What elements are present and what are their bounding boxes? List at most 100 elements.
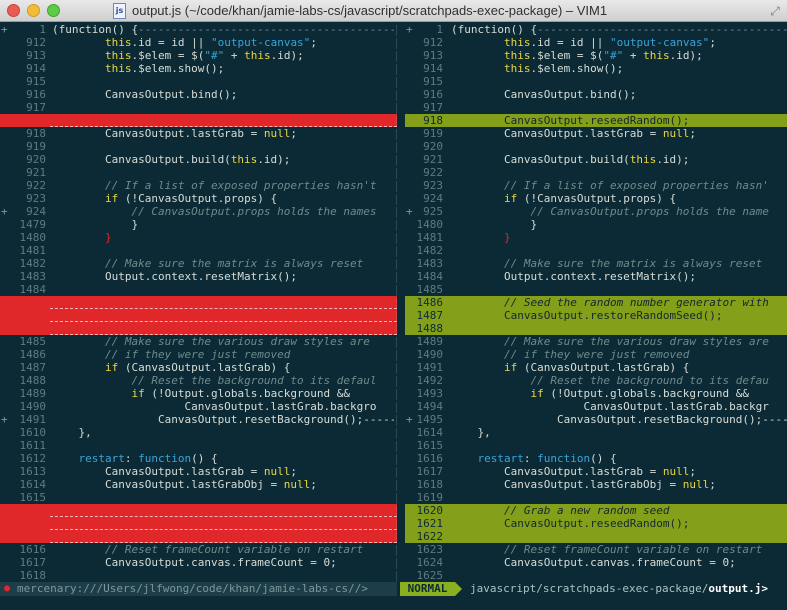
code-text[interactable]: CanvasOutput.resetBackground();---------… (52, 413, 394, 426)
code-text[interactable]: CanvasOutput.build(this.id); (52, 153, 394, 166)
diff-filler-line[interactable]: | (0, 114, 397, 127)
code-line[interactable]: 923 if (!CanvasOutput.props) {| (0, 192, 397, 205)
code-line[interactable]: 1624 CanvasOutput.canvas.frameCount = 0; (405, 556, 787, 569)
code-text[interactable]: if (!Output.globals.background && (52, 387, 394, 400)
code-text[interactable]: // if they were just removed (451, 348, 787, 361)
diff-filler-line[interactable]: | (0, 517, 397, 530)
code-text[interactable]: CanvasOutput.bind(); (451, 88, 787, 101)
code-text[interactable]: this.id = id || "output-canvas"; (52, 36, 394, 49)
code-text[interactable]: // Make sure the various draw styles are (451, 335, 787, 348)
code-text[interactable]: CanvasOutput.restoreRandomSeed(); (451, 309, 787, 322)
code-line[interactable]: 1619 (405, 491, 787, 504)
diff-pane-right[interactable]: +1 (function() {-------------------------… (405, 23, 787, 582)
code-line[interactable]: 917| (0, 101, 397, 114)
code-text[interactable]: if (!Output.globals.background && (451, 387, 787, 400)
code-line[interactable]: 914 this.$elem.show();| (0, 62, 397, 75)
code-text[interactable]: CanvasOutput.lastGrab.backgro (52, 400, 394, 413)
diff-added-line[interactable]: 1486 // Seed the random number generator… (405, 296, 787, 309)
code-text[interactable]: CanvasOutput.canvas.frameCount = 0; (52, 556, 394, 569)
code-text[interactable]: // CanvasOutput.props holds the names (52, 205, 394, 218)
close-traffic-light-icon[interactable] (7, 4, 20, 17)
code-line[interactable]: 1615| (0, 491, 398, 504)
code-line[interactable]: 1485 // Make sure the various draw style… (0, 335, 398, 348)
code-line[interactable]: +1491 CanvasOutput.resetBackground();---… (0, 413, 397, 426)
code-line[interactable]: 1481| (0, 244, 398, 257)
code-line[interactable]: 1480 }| (0, 231, 398, 244)
code-line[interactable]: 924 if (!CanvasOutput.props) { (405, 192, 787, 205)
code-text[interactable]: // Make sure the matrix is always reset (451, 257, 787, 270)
code-line[interactable]: 1480 } (405, 218, 787, 231)
code-line[interactable]: 916 CanvasOutput.bind();| (0, 88, 397, 101)
code-text[interactable]: CanvasOutput.bind(); (52, 88, 394, 101)
code-line[interactable]: 1485 (405, 283, 787, 296)
code-text[interactable]: // Reset the background to its defau (451, 374, 787, 387)
code-line[interactable]: 1490 // if they were just removed (405, 348, 787, 361)
code-line[interactable]: 1479 }| (0, 218, 398, 231)
code-text[interactable]: this.$elem.show(); (451, 62, 787, 75)
code-line[interactable]: 921 CanvasOutput.build(this.id); (405, 153, 787, 166)
code-text[interactable]: // Reset frameCount variable on restart (451, 543, 787, 556)
code-text[interactable]: Output.context.resetMatrix(); (52, 270, 394, 283)
code-text[interactable]: CanvasOutput.lastGrab = null; (52, 127, 394, 140)
code-line[interactable]: 918 CanvasOutput.lastGrab = null;| (0, 127, 397, 140)
code-line[interactable]: 1481 } (405, 231, 787, 244)
diff-added-line[interactable]: 918 CanvasOutput.reseedRandom(); (405, 114, 787, 127)
code-line[interactable]: 916 CanvasOutput.bind(); (405, 88, 787, 101)
code-line[interactable]: +1 (function() {-------------------------… (405, 23, 787, 36)
code-line[interactable]: 1617 CanvasOutput.lastGrab = null; (405, 465, 787, 478)
diff-filler-line[interactable]: | (0, 322, 397, 335)
code-text[interactable]: // if they were just removed (52, 348, 394, 361)
code-text[interactable]: // Make sure the various draw styles are (52, 335, 394, 348)
code-line[interactable]: 1489 if (!Output.globals.background &&| (0, 387, 398, 400)
code-text[interactable]: }, (451, 426, 787, 439)
code-text[interactable]: CanvasOutput.lastGrab = null; (451, 465, 787, 478)
diff-added-line[interactable]: 1620 // Grab a new random seed (405, 504, 787, 517)
code-text[interactable]: if (!CanvasOutput.props) { (52, 192, 394, 205)
code-text[interactable]: (function() {---------------------------… (52, 23, 394, 36)
code-line[interactable]: 917 (405, 101, 787, 114)
code-text[interactable]: }, (52, 426, 394, 439)
diff-added-line[interactable]: 1621 CanvasOutput.reseedRandom(); (405, 517, 787, 530)
code-line[interactable]: 921| (0, 166, 397, 179)
code-line[interactable]: 1613 CanvasOutput.lastGrab = null;| (0, 465, 398, 478)
diff-added-line[interactable]: 1622 (405, 530, 787, 543)
code-line[interactable]: 920 CanvasOutput.build(this.id);| (0, 153, 397, 166)
code-text[interactable]: // Reset the background to its defaul (52, 374, 394, 387)
code-line[interactable]: 912 this.id = id || "output-canvas"; (405, 36, 787, 49)
diff-added-line[interactable]: 1487 CanvasOutput.restoreRandomSeed(); (405, 309, 787, 322)
code-text[interactable]: CanvasOutput.canvas.frameCount = 0; (451, 556, 787, 569)
code-text[interactable]: this.$elem.show(); (52, 62, 394, 75)
code-line[interactable]: 1484| (0, 283, 398, 296)
code-text[interactable]: (function() {---------------------------… (451, 23, 787, 36)
code-line[interactable]: 914 this.$elem.show(); (405, 62, 787, 75)
code-line[interactable]: 1610 },| (0, 426, 398, 439)
code-text[interactable]: // If a list of exposed properties hasn' (451, 179, 787, 192)
code-line[interactable]: 1616 restart: function() { (405, 452, 787, 465)
code-line[interactable]: 1482 // Make sure the matrix is always r… (0, 257, 398, 270)
code-text[interactable]: CanvasOutput.reseedRandom(); (451, 517, 787, 530)
diff-pane-left[interactable]: +1 (function() {-------------------------… (0, 23, 397, 582)
code-line[interactable]: +925 // CanvasOutput.props holds the nam… (405, 205, 787, 218)
code-text[interactable]: CanvasOutput.resetBackground();---------… (451, 413, 787, 426)
code-line[interactable]: 1615 (405, 439, 787, 452)
code-text[interactable]: // If a list of exposed properties hasn'… (52, 179, 394, 192)
code-text[interactable]: if (!CanvasOutput.props) { (451, 192, 787, 205)
diff-filler-line[interactable]: | (0, 296, 397, 309)
code-line[interactable]: +1 (function() {-------------------------… (0, 23, 397, 36)
code-line[interactable]: 1493 if (!Output.globals.background && (405, 387, 787, 400)
code-text[interactable]: CanvasOutput.lastGrab = null; (52, 465, 394, 478)
code-text[interactable]: CanvasOutput.lastGrab = null; (451, 127, 787, 140)
code-text[interactable]: Output.context.resetMatrix(); (451, 270, 787, 283)
code-line[interactable]: 1488 // Reset the background to its defa… (0, 374, 398, 387)
code-line[interactable]: 1611| (0, 439, 398, 452)
code-text[interactable]: CanvasOutput.lastGrabObj = null; (52, 478, 394, 491)
split-divider[interactable] (397, 23, 405, 582)
diff-added-line[interactable]: 1488 (405, 322, 787, 335)
code-text[interactable]: if (CanvasOutput.lastGrab) { (451, 361, 787, 374)
diff-filler-line[interactable]: | (0, 530, 397, 543)
code-text[interactable]: this.$elem = $("#" + this.id); (451, 49, 787, 62)
window-titlebar[interactable]: js output.js (~/code/khan/jamie-labs-cs/… (0, 0, 787, 22)
code-text[interactable]: } (52, 231, 394, 244)
code-text[interactable]: this.id = id || "output-canvas"; (451, 36, 787, 49)
code-text[interactable]: restart: function() { (451, 452, 787, 465)
